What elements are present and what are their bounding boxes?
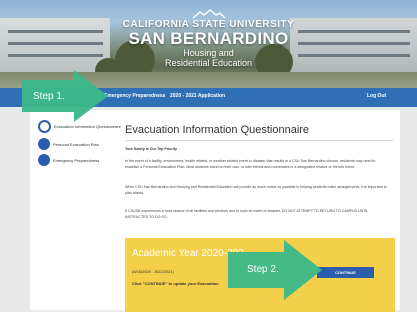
mountain-logo-icon [192, 9, 226, 19]
sidebar-item-label: Personal Evacuation Plan [53, 141, 99, 147]
paragraph-3: If CSUSB experiences a hard closure of a… [125, 209, 369, 219]
divider [125, 140, 393, 141]
academic-year-dates: (8/16/2020 - 5/22/2021) [132, 269, 174, 274]
paragraph-2: While CSU San Bernardino and Housing and… [125, 185, 387, 195]
nav-emergency-preparedness[interactable]: Emergency Preparedness [104, 93, 165, 99]
step1-label: Step 1. [33, 91, 65, 102]
continue-instruction: Click "CONTINUE" to update your Evacuati… [132, 281, 219, 286]
page-title: Evacuation Information Questionnaire [125, 124, 310, 136]
department-line2: Residential Education [164, 58, 253, 68]
step-complete-icon [38, 138, 50, 150]
priority-heading: Your Safety is Our Top Priority [125, 147, 177, 151]
content-card: Evacuation Information Questionnaire Per… [30, 110, 400, 312]
sidebar-item-label: Evacuation Information Questionnaire [54, 124, 121, 129]
university-name: SAN BERNARDINO [128, 29, 289, 48]
nav-logout[interactable]: Log Out [367, 93, 386, 99]
sidebar-item-personal-plan[interactable]: Personal Evacuation Plan [38, 138, 99, 150]
department-line1: Housing and [183, 48, 234, 58]
sidebar-item-emergency-preparedness[interactable]: Emergency Preparedness [38, 154, 99, 166]
step2-label: Step 2. [247, 264, 279, 275]
sidebar-item-label: Emergency Preparedness [53, 157, 100, 163]
step-complete-icon [38, 154, 50, 166]
nav-application[interactable]: 2020 - 2021 Application [170, 93, 225, 99]
academic-year-title: Academic Year 2020-202 [132, 248, 244, 259]
paragraph-1: In the event of a facility, environment,… [125, 159, 376, 169]
